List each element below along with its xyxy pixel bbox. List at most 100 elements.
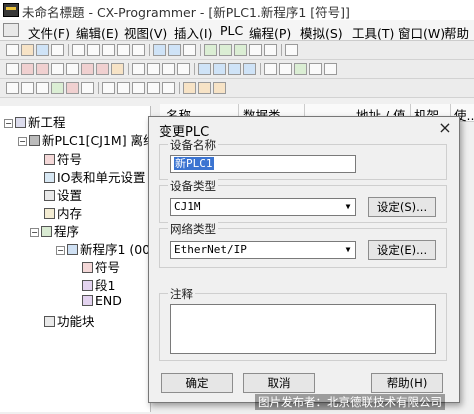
- tree-item-settings[interactable]: 设置: [44, 185, 82, 204]
- tree-item-io-table[interactable]: IO表和单元设置: [44, 167, 146, 186]
- menu-simulate[interactable]: 模拟(S): [300, 23, 343, 42]
- comment-group: 注释: [159, 286, 447, 361]
- io-table-icon: [44, 172, 55, 183]
- compare-icon[interactable]: [177, 63, 190, 75]
- tree-item-memory[interactable]: 内存: [44, 203, 82, 222]
- cross-reference-icon[interactable]: [324, 63, 337, 75]
- comment-label: 注释: [168, 286, 195, 302]
- plc-settings-icon[interactable]: [198, 82, 211, 94]
- cut-icon[interactable]: [72, 44, 85, 56]
- force-off-icon[interactable]: [147, 82, 160, 94]
- step-into-icon[interactable]: [21, 82, 34, 94]
- closed-contact-icon[interactable]: [36, 63, 49, 75]
- paste-icon[interactable]: [102, 44, 115, 56]
- network-type-select[interactable]: EtherNet/IP ▼: [170, 241, 356, 259]
- device-settings-button[interactable]: 设定(S)...: [368, 197, 436, 217]
- memory-icon[interactable]: [213, 82, 226, 94]
- compile-all-icon[interactable]: [279, 63, 292, 75]
- menu-plc[interactable]: PLC: [220, 23, 243, 38]
- output-icon[interactable]: [219, 44, 232, 56]
- run-icon[interactable]: [51, 82, 64, 94]
- monitor-icon[interactable]: [147, 63, 160, 75]
- tree-root[interactable]: − 新工程: [4, 112, 66, 131]
- tree-plc[interactable]: − 新PLC1[CJ1M] 离线: [18, 130, 156, 149]
- collapse-icon[interactable]: −: [4, 119, 13, 128]
- device-name-field[interactable]: 新PLC1: [170, 155, 356, 173]
- collapse-icon[interactable]: −: [56, 246, 65, 255]
- tree-program-symbols[interactable]: 符号: [82, 257, 120, 276]
- redo-icon[interactable]: [132, 44, 145, 56]
- symbols-icon: [44, 154, 55, 165]
- io-table-icon[interactable]: [183, 82, 196, 94]
- tree-program[interactable]: − 新程序1 (00): [56, 239, 155, 258]
- settings-icon[interactable]: [309, 63, 322, 75]
- horizontal-icon[interactable]: [66, 63, 79, 75]
- open-icon[interactable]: [21, 44, 34, 56]
- mode-monitor-icon[interactable]: [228, 63, 241, 75]
- new-icon[interactable]: [6, 44, 19, 56]
- copy-icon[interactable]: [87, 44, 100, 56]
- tree-function-blocks[interactable]: 功能块: [44, 311, 95, 330]
- help-icon[interactable]: [285, 44, 298, 56]
- menu-program[interactable]: 编程(P): [249, 23, 291, 42]
- contact-icon[interactable]: [21, 63, 34, 75]
- app-icon: [3, 3, 19, 17]
- force-cancel-icon[interactable]: [162, 82, 175, 94]
- print-icon[interactable]: [51, 44, 64, 56]
- comment-field[interactable]: [170, 304, 436, 354]
- toolbar-1: [0, 41, 474, 60]
- find-icon[interactable]: [153, 44, 166, 56]
- watch-icon[interactable]: [234, 44, 247, 56]
- menu-tools[interactable]: 工具(T): [352, 23, 394, 42]
- menu-window[interactable]: 窗口(W): [398, 23, 445, 42]
- tree-item-programs[interactable]: − 程序: [30, 221, 79, 240]
- help-button[interactable]: 帮助(H): [371, 373, 443, 393]
- network-settings-button[interactable]: 设定(E)...: [368, 240, 436, 260]
- tree-item-symbols[interactable]: 符号: [44, 149, 82, 168]
- coil-icon[interactable]: [81, 63, 94, 75]
- program-icon: [67, 244, 78, 255]
- tree-section-1[interactable]: 段1: [82, 275, 115, 294]
- pause-icon[interactable]: [81, 82, 94, 94]
- menu-insert[interactable]: 插入(I): [174, 23, 212, 42]
- compile-icon[interactable]: [264, 63, 277, 75]
- step-out-icon[interactable]: [36, 82, 49, 94]
- dropdown-arrow-icon[interactable]: ▼: [341, 199, 355, 215]
- breakpoint-icon[interactable]: [102, 82, 115, 94]
- vertical-icon[interactable]: [51, 63, 64, 75]
- dropdown-arrow-icon[interactable]: ▼: [341, 242, 355, 258]
- closed-coil-icon[interactable]: [96, 63, 109, 75]
- menu-view[interactable]: 视图(V): [124, 23, 167, 42]
- address-icon[interactable]: [249, 44, 262, 56]
- device-type-select[interactable]: CJ1M ▼: [170, 198, 356, 216]
- tree-section-end[interactable]: END: [82, 293, 122, 308]
- mode-program-icon[interactable]: [198, 63, 211, 75]
- stop-icon[interactable]: [66, 82, 79, 94]
- online-icon[interactable]: [132, 63, 145, 75]
- section-icon[interactable]: [264, 44, 277, 56]
- zoom-icon[interactable]: [183, 44, 196, 56]
- force-on-icon[interactable]: [132, 82, 145, 94]
- document-icon[interactable]: [3, 23, 19, 37]
- collapse-icon[interactable]: −: [30, 228, 39, 237]
- menu-file[interactable]: 文件(F): [28, 23, 70, 42]
- save-icon[interactable]: [36, 44, 49, 56]
- select-icon[interactable]: [6, 63, 19, 75]
- mode-run-icon[interactable]: [243, 63, 256, 75]
- undo-icon[interactable]: [117, 44, 130, 56]
- replace-icon[interactable]: [168, 44, 181, 56]
- project-icon[interactable]: [204, 44, 217, 56]
- collapse-icon[interactable]: −: [18, 137, 27, 146]
- transfer-icon[interactable]: [162, 63, 175, 75]
- menu-edit[interactable]: 编辑(E): [76, 23, 119, 42]
- ok-button[interactable]: 确定: [161, 373, 233, 393]
- simulate-icon[interactable]: [294, 63, 307, 75]
- device-type-label: 设备类型: [168, 178, 218, 194]
- close-icon[interactable]: ×: [435, 118, 455, 138]
- instruction-icon[interactable]: [111, 63, 124, 75]
- mode-debug-icon[interactable]: [213, 63, 226, 75]
- step-icon[interactable]: [6, 82, 19, 94]
- clear-breakpoint-icon[interactable]: [117, 82, 130, 94]
- menu-help[interactable]: 帮助: [444, 23, 469, 42]
- cancel-button[interactable]: 取消: [243, 373, 315, 393]
